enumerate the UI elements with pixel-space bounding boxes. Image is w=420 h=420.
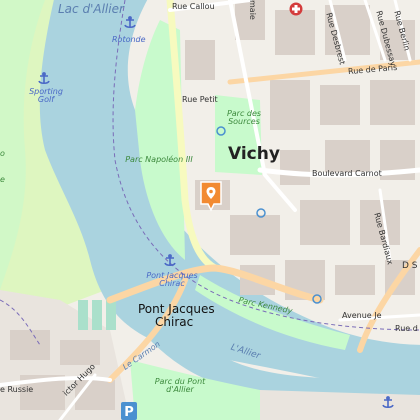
street-label-rue-d: Rue d [395, 324, 418, 333]
street-label-rue-petit: Rue Petit [182, 95, 218, 104]
marina-label-sporting-golf: Sporting Golf [29, 87, 63, 104]
street-label-rue-callou: Rue Callou [172, 2, 215, 11]
marina-label-pont-jacques-chirac: Pont Jacques Chirac [146, 271, 198, 288]
street-label-ds: D S [402, 261, 418, 271]
park-label-parc-napoleon: Parc Napoléon III [125, 155, 193, 164]
park-label-parc-des-sources: Parc des Sources [226, 109, 262, 126]
park-label-parc-pont-allier: Parc du Pont d'Allier [154, 377, 206, 394]
street-label-russie: e Russie [0, 385, 34, 394]
park-label-partial-o: o [0, 149, 5, 158]
south-bank-east [260, 390, 420, 420]
bridge-label-line2: Chirac [155, 315, 194, 329]
park-label-partial-e: e [0, 175, 5, 184]
city-label: Vichy [228, 144, 280, 164]
street-label-avenue-je: Avenue Je [342, 311, 382, 320]
street-label-boulevard-carnot: Boulevard Carnot [312, 169, 382, 178]
sports-fields [78, 300, 116, 330]
street-label-maie: maie [248, 0, 257, 20]
lake-label: Lac d'Allier [58, 2, 124, 16]
marina-label-rotonde: Rotonde [112, 35, 146, 44]
bridge-label-line1: Pont Jacques [138, 302, 215, 316]
svg-text:P: P [124, 405, 134, 420]
map-canvas[interactable]: Lac d'Allier Rue Callou maie Rue Desbres… [0, 0, 420, 420]
